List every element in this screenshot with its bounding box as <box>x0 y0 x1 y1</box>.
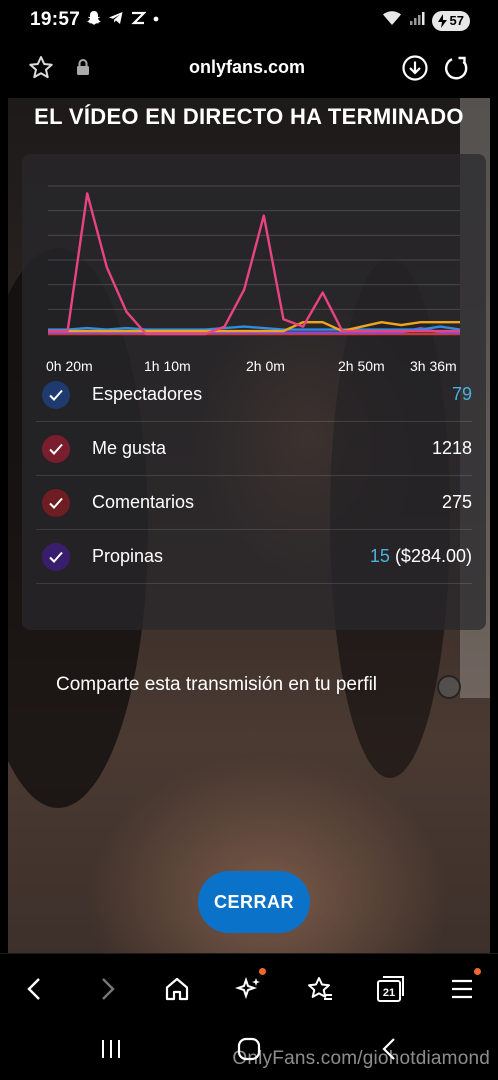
metric-check-icon[interactable] <box>42 435 70 463</box>
metric-label: Espectadores <box>92 384 203 404</box>
metric-check-icon[interactable] <box>42 543 70 571</box>
metric-value-number: 79 <box>451 384 472 404</box>
signal-icon <box>409 10 425 31</box>
status-time: 19:57 <box>30 9 81 30</box>
metric-value-number: 1218 <box>431 438 472 458</box>
menu-notification-dot <box>474 968 481 975</box>
screen: 19:57 57 onlyfans.com EL VÍDEO EN DIRECT… <box>0 0 498 1080</box>
close-button[interactable]: CERRAR <box>198 871 310 933</box>
app-icon <box>130 10 147 31</box>
metric-row[interactable]: Propinas 15 ($284.00) <box>22 530 486 584</box>
watermark: OnlyFans.com/giohotdiamond <box>232 1048 490 1069</box>
metric-row[interactable]: Espectadores 79 <box>22 368 486 422</box>
metric-value: 275 <box>442 492 472 513</box>
home-icon[interactable] <box>162 974 192 1004</box>
share-on-profile-label: Comparte esta transmisión en tu perfil <box>56 674 378 695</box>
menu-icon[interactable] <box>447 974 477 1004</box>
chart-series-line <box>48 325 461 331</box>
system-nav-bar: OnlyFans.com/giohotdiamond <box>0 1023 498 1080</box>
battery-indicator: 57 <box>432 10 470 31</box>
browser-url-bar: onlyfans.com <box>0 42 498 98</box>
more-notifications-dot-icon <box>152 10 160 31</box>
live-ended-title: EL VÍDEO EN DIRECTO HA TERMINADO <box>34 104 464 129</box>
forward-icon[interactable] <box>92 974 122 1004</box>
status-bar: 19:57 57 <box>0 0 498 42</box>
metric-value-number: 275 <box>441 492 472 512</box>
battery-level: 57 <box>449 13 464 28</box>
reload-icon[interactable] <box>443 54 471 87</box>
metric-value-suffix: ($284.00) <box>389 546 472 566</box>
metric-row[interactable]: Me gusta 1218 <box>22 422 486 476</box>
wifi-icon <box>382 9 402 32</box>
status-right: 57 <box>382 9 470 32</box>
sparkle-icon[interactable] <box>234 974 264 1004</box>
tabs-count: 21 <box>383 987 395 999</box>
stats-line-chart <box>48 185 461 336</box>
recent-apps-icon[interactable] <box>100 1039 122 1064</box>
live-ended-overlay: EL VÍDEO EN DIRECTO HA TERMINADO 0h 20m 1… <box>8 98 490 953</box>
browser-toolbar: 21 <box>0 953 498 1023</box>
favorites-icon[interactable] <box>305 974 335 1004</box>
back-icon[interactable] <box>20 974 50 1004</box>
tabs-icon[interactable]: 21 <box>375 974 407 1004</box>
download-icon[interactable] <box>401 54 429 87</box>
stats-card: 0h 20m 1h 10m 2h 0m 2h 50m 3h 36m Espectador… <box>22 154 486 699</box>
metric-label: Me gusta <box>92 438 167 458</box>
telegram-icon <box>108 10 124 31</box>
metric-value: 15 ($284.00) <box>370 546 472 567</box>
metric-value-number: 15 <box>369 546 390 566</box>
metric-row[interactable]: Comentarios 275 <box>22 476 486 530</box>
notification-icons <box>86 10 160 31</box>
chart-series-line <box>48 192 460 336</box>
share-on-profile-radio[interactable] <box>437 675 461 699</box>
share-on-profile-row[interactable]: Comparte esta transmisión en tu perfil <box>56 674 476 714</box>
metric-check-icon[interactable] <box>42 381 70 409</box>
metric-label: Propinas <box>92 546 164 566</box>
sparkle-notification-dot <box>259 968 266 975</box>
metric-divider <box>36 583 472 584</box>
metric-value: 79 <box>452 384 472 405</box>
metric-label: Comentarios <box>92 492 195 512</box>
battery-bolt-icon <box>438 13 447 28</box>
snapchat-icon <box>86 10 102 31</box>
metric-check-icon[interactable] <box>42 489 70 517</box>
metric-value: 1218 <box>432 438 472 459</box>
